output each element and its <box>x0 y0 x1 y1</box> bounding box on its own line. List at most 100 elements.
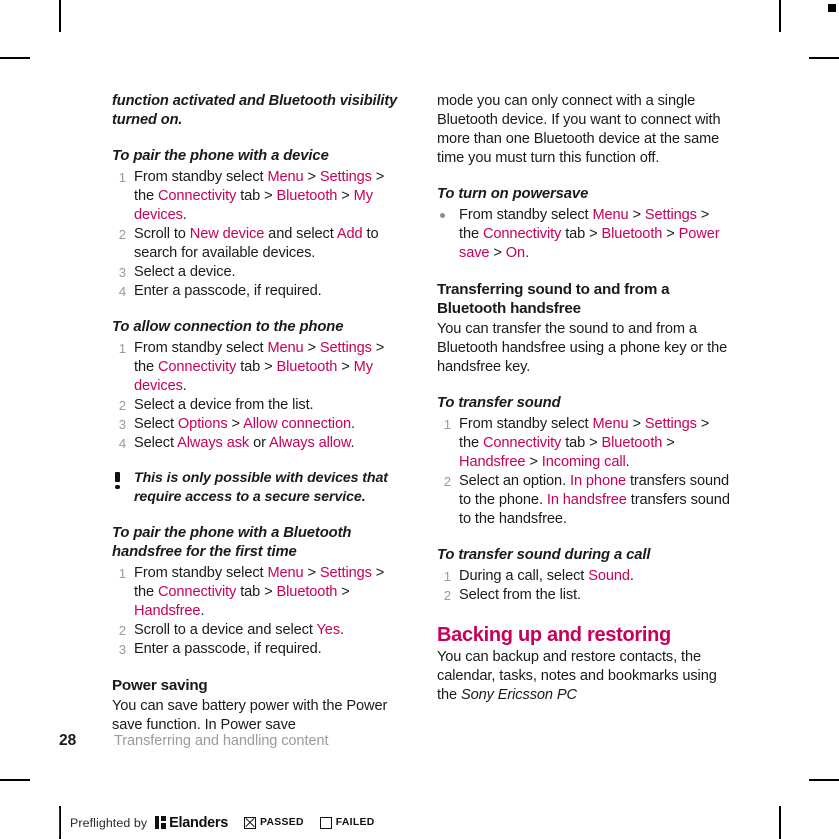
crop-mark-bottom-right-vertical <box>779 806 781 839</box>
step-number: 1 <box>443 417 451 432</box>
heading-transferring-sound: Transferring sound to and from a Bluetoo… <box>437 281 670 317</box>
heading-turn-on-powersave: To turn on powersave <box>437 186 589 202</box>
preflight-failed-label: FAILED <box>335 817 375 828</box>
step-number: 3 <box>118 265 126 280</box>
transferring-sound-body: You can transfer the sound to and from a… <box>437 321 728 375</box>
crop-mark-top-left-horizontal <box>0 57 30 59</box>
crop-mark-top-right-vertical <box>779 0 781 32</box>
menu-path-term: Handsfree <box>459 454 526 470</box>
menu-path-term: Settings <box>644 207 697 223</box>
heading-to-transfer-sound: To transfer sound <box>437 395 561 411</box>
numbered-step: 1 From standby select Menu > Settings > t… <box>112 564 407 621</box>
crop-mark-top-left-vertical <box>59 0 61 32</box>
numbered-step: 2 Select from the list. <box>437 586 732 605</box>
registration-square-icon <box>828 4 836 12</box>
menu-path-term: Allow connection <box>243 416 351 432</box>
step-number: 4 <box>118 436 126 451</box>
document-page: function activated and Bluetooth visibil… <box>0 0 839 839</box>
elanders-logo: Elanders <box>155 815 228 831</box>
preflight-failed: FAILED <box>319 816 375 829</box>
menu-path-term: Bluetooth <box>276 188 338 204</box>
bullets-turn-on-powersave: From standby select Menu > Settings > th… <box>437 206 732 263</box>
step-number: 2 <box>118 623 126 638</box>
power-saving-continued: mode you can only connect with a single … <box>437 93 721 166</box>
menu-path-term: Connectivity <box>482 435 562 451</box>
left-column: function activated and Bluetooth visibil… <box>112 92 407 735</box>
menu-path-term: Settings <box>319 340 372 356</box>
intro-continued-text: function activated and Bluetooth visibil… <box>112 93 398 128</box>
heading-transfer-sound-during-call: To transfer sound during a call <box>437 547 651 563</box>
menu-path-term: In handsfree <box>546 492 627 508</box>
numbered-step: 4 Enter a passcode, if required. <box>112 282 407 301</box>
numbered-step: 3 Select Options > Allow connection. <box>112 415 407 434</box>
menu-path-term: Settings <box>319 565 372 581</box>
step-number: 3 <box>118 642 126 657</box>
menu-path-term: Incoming call <box>541 454 626 470</box>
menu-path-term: Sound <box>588 568 630 584</box>
heading-backing-up-and-restoring: Backing up and restoring <box>437 624 671 646</box>
steps-pair-bluetooth-handsfree: 1 From standby select Menu > Settings > t… <box>112 564 407 659</box>
menu-path-term: Connectivity <box>157 584 237 600</box>
preflight-passed: PASSED <box>244 816 304 829</box>
menu-path-term: Menu <box>592 416 629 432</box>
checkbox-checked-icon <box>244 816 257 829</box>
crop-mark-bottom-left-horizontal <box>0 779 30 781</box>
step-number: 2 <box>443 588 451 603</box>
bulleted-step: From standby select Menu > Settings > th… <box>437 206 732 263</box>
numbered-step: 2 Scroll to a device and select Yes. <box>112 621 407 640</box>
step-number: 1 <box>118 341 126 356</box>
exclamation-icon <box>114 470 121 489</box>
note-text: This is only possible with devices that … <box>134 470 388 505</box>
bullet-icon <box>440 213 445 218</box>
menu-path-term: Handsfree <box>134 603 201 619</box>
numbered-step: 2 Scroll to New device and select Add to … <box>112 225 407 263</box>
menu-path-term: Menu <box>267 565 304 581</box>
preflight-divider <box>59 808 61 837</box>
step-number: 2 <box>118 227 126 242</box>
numbered-step: 2 Select a device from the list. <box>112 396 407 415</box>
step-number: 2 <box>118 398 126 413</box>
menu-path-term: Connectivity <box>482 226 562 242</box>
menu-path-term: Connectivity <box>157 188 237 204</box>
menu-path-term: On <box>505 245 526 261</box>
right-column: mode you can only connect with a single … <box>437 92 732 735</box>
menu-path-term: Yes <box>316 622 341 638</box>
preflight-label: Preflighted by <box>70 815 148 830</box>
step-number: 3 <box>118 417 126 432</box>
heading-allow-connection: To allow connection to the phone <box>112 319 344 335</box>
heading-power-saving: Power saving <box>112 677 208 694</box>
menu-path-term: Bluetooth <box>601 226 663 242</box>
note-callout: This is only possible with devices that … <box>112 469 407 507</box>
crop-mark-top-right-horizontal <box>809 57 839 59</box>
power-saving-body: You can save battery power with the Powe… <box>112 698 388 733</box>
menu-path-term: Settings <box>319 169 372 185</box>
steps-pair-phone-with-device: 1 From standby select Menu > Settings > t… <box>112 168 407 301</box>
elanders-mark-icon <box>155 816 167 829</box>
two-column-layout: function activated and Bluetooth visibil… <box>112 92 732 735</box>
crop-mark-bottom-right-horizontal <box>809 779 839 781</box>
numbered-step: 3 Select a device. <box>112 263 407 282</box>
numbered-step: 1 From standby select Menu > Settings > t… <box>112 339 407 396</box>
steps-allow-connection: 1 From standby select Menu > Settings > t… <box>112 339 407 453</box>
menu-path-term: Connectivity <box>157 359 237 375</box>
page-number: 28 <box>59 732 77 749</box>
footer-chapter-title: Transferring and handling content <box>114 733 329 749</box>
elanders-brand-text: Elanders <box>169 814 229 831</box>
heading-pair-phone-with-device: To pair the phone with a device <box>112 148 329 164</box>
menu-path-term: Menu <box>267 340 304 356</box>
step-number: 2 <box>443 474 451 489</box>
numbered-step: 1 During a call, select Sound. <box>437 567 732 586</box>
menu-path-term: Settings <box>644 416 697 432</box>
heading-pair-bluetooth-handsfree: To pair the phone with a Bluetooth hands… <box>112 525 352 560</box>
preflight-strip: Preflighted by Elanders PASSED FAILED <box>59 806 375 839</box>
backing-up-body: You can backup and restore contacts, the… <box>437 649 717 703</box>
step-number: 1 <box>118 170 126 185</box>
menu-path-term: Always ask <box>177 435 250 451</box>
menu-path-term: Always allow <box>269 435 351 451</box>
steps-to-transfer-sound: 1 From standby select Menu > Settings > t… <box>437 415 732 529</box>
steps-transfer-sound-during-call: 1 During a call, select Sound. 2 Select fro… <box>437 567 732 605</box>
numbered-step: 4 Select Always ask or Always allow. <box>112 434 407 453</box>
numbered-step: 1 From standby select Menu > Settings > t… <box>437 415 732 472</box>
step-number: 1 <box>118 566 126 581</box>
menu-path-term: Menu <box>592 207 629 223</box>
